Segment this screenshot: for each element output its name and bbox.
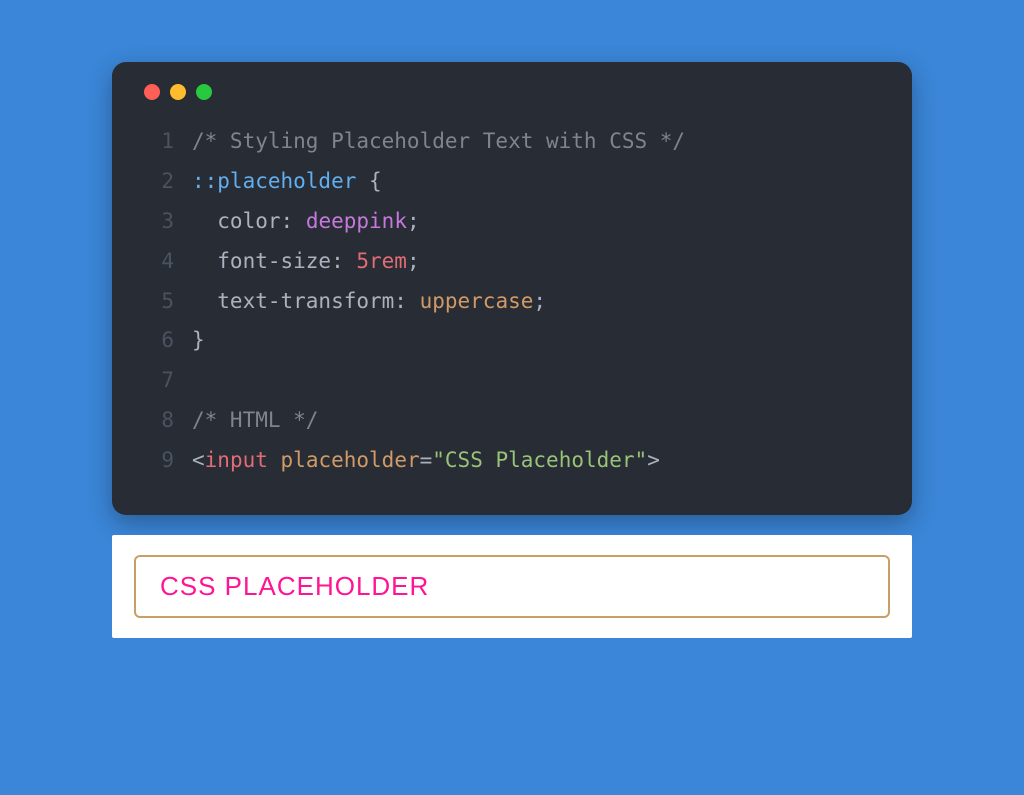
- code-token: }: [192, 328, 205, 352]
- line-content: ::placeholder {: [192, 162, 382, 202]
- line-number: 8: [140, 401, 174, 441]
- minimize-icon[interactable]: [170, 84, 186, 100]
- line-number: 4: [140, 242, 174, 282]
- code-line: 7: [140, 361, 884, 401]
- maximize-icon[interactable]: [196, 84, 212, 100]
- code-token: "CSS Placeholder": [432, 448, 647, 472]
- line-content: <input placeholder="CSS Placeholder">: [192, 441, 660, 481]
- close-icon[interactable]: [144, 84, 160, 100]
- code-token: =: [420, 448, 433, 472]
- placeholder-demo-input[interactable]: [134, 555, 890, 618]
- window-controls: [140, 84, 884, 100]
- line-number: 7: [140, 361, 174, 401]
- code-token: /* Styling Placeholder Text with CSS */: [192, 129, 685, 153]
- preview-panel: [112, 535, 912, 638]
- line-content: color: deeppink;: [192, 202, 420, 242]
- code-token: ;: [407, 209, 420, 233]
- code-token: font-size: [192, 249, 331, 273]
- code-token: :: [331, 249, 356, 273]
- code-block: 1 /* Styling Placeholder Text with CSS */…: [140, 122, 884, 481]
- code-token: ;: [407, 249, 420, 273]
- code-line: 2::placeholder {: [140, 162, 884, 202]
- code-token: /* HTML */: [192, 408, 318, 432]
- code-token: text-transform: [192, 289, 394, 313]
- code-line: 5 text-transform: uppercase;: [140, 282, 884, 322]
- code-token: placeholder: [281, 448, 420, 472]
- code-token: :: [394, 289, 419, 313]
- code-line: 9 <input placeholder="CSS Placeholder">: [140, 441, 884, 481]
- line-content: font-size: 5rem;: [192, 242, 420, 282]
- code-token: uppercase: [420, 289, 534, 313]
- line-number: 1: [140, 122, 174, 162]
- code-token: [268, 448, 281, 472]
- line-content: }: [192, 321, 205, 361]
- code-line: 8 /* HTML */: [140, 401, 884, 441]
- code-token: 5rem: [356, 249, 407, 273]
- code-token: {: [356, 169, 381, 193]
- code-token: ;: [533, 289, 546, 313]
- line-content: /* HTML */: [192, 401, 318, 441]
- line-number: 5: [140, 282, 174, 322]
- code-line: 6}: [140, 321, 884, 361]
- line-content: [192, 361, 205, 401]
- code-token: >: [647, 448, 660, 472]
- line-number: 2: [140, 162, 174, 202]
- code-line: 1 /* Styling Placeholder Text with CSS */: [140, 122, 884, 162]
- code-token: ::placeholder: [192, 169, 356, 193]
- code-token: <: [192, 448, 205, 472]
- code-token: input: [205, 448, 268, 472]
- line-number: 6: [140, 321, 174, 361]
- code-token: color: [192, 209, 281, 233]
- code-token: deeppink: [306, 209, 407, 233]
- line-content: /* Styling Placeholder Text with CSS */: [192, 122, 685, 162]
- code-token: :: [281, 209, 306, 233]
- line-number: 9: [140, 441, 174, 481]
- code-editor-window: 1 /* Styling Placeholder Text with CSS */…: [112, 62, 912, 515]
- line-content: text-transform: uppercase;: [192, 282, 546, 322]
- code-token: [192, 368, 205, 392]
- line-number: 3: [140, 202, 174, 242]
- code-line: 3 color: deeppink;: [140, 202, 884, 242]
- code-line: 4 font-size: 5rem;: [140, 242, 884, 282]
